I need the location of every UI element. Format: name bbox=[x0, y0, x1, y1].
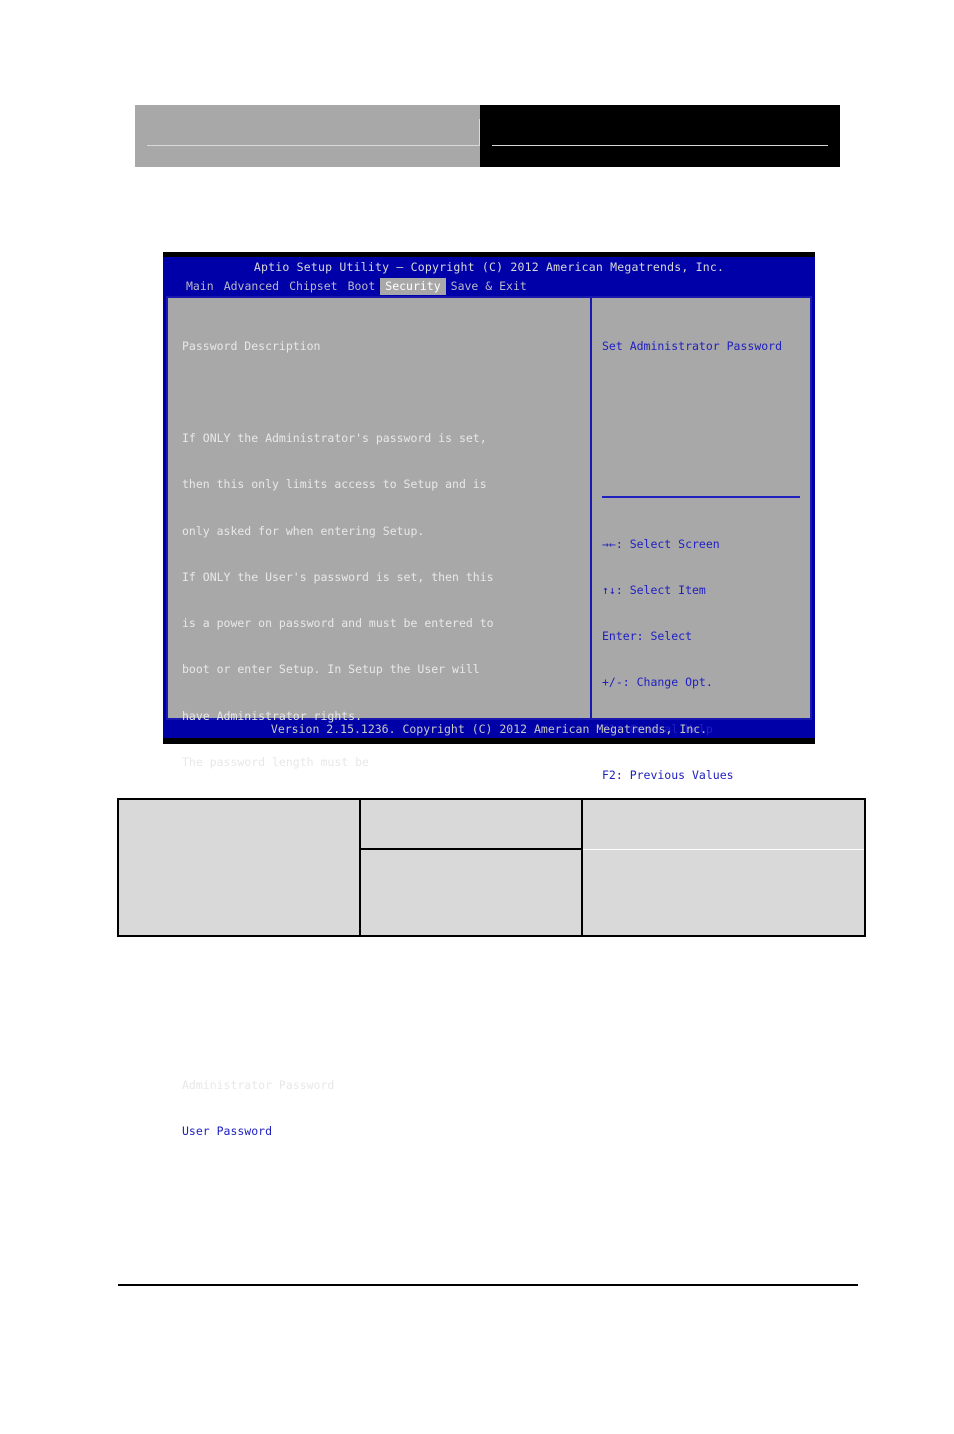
bios-version-bar: Version 2.15.1236. Copyright (C) 2012 Am… bbox=[270, 721, 708, 736]
page-header bbox=[135, 105, 840, 167]
key-enter-select: Enter: Select bbox=[602, 629, 693, 644]
bios-menu-bar[interactable]: Main Advanced Chipset Boot Security Save… bbox=[181, 278, 532, 296]
bios-settings-panel: Password Description If ONLY the Adminis… bbox=[166, 296, 592, 1138]
header-right-block bbox=[480, 105, 840, 167]
key-select-item: ↑↓: Select Item bbox=[602, 583, 706, 598]
footer-rule bbox=[118, 1284, 858, 1286]
bios-top-strip bbox=[163, 252, 815, 257]
info-table bbox=[117, 798, 866, 937]
user-password-item[interactable]: User Password bbox=[182, 1124, 590, 1139]
help-divider bbox=[602, 496, 800, 498]
key-f2-previous-values: F2: Previous Values bbox=[602, 767, 734, 782]
key-change-opt: +/-: Change Opt. bbox=[602, 675, 713, 690]
tab-security[interactable]: Security bbox=[380, 278, 446, 296]
table-cell-middle-top bbox=[359, 798, 583, 850]
description-line: is a power on password and must be enter… bbox=[182, 616, 494, 631]
table-cell-right-top bbox=[581, 798, 866, 850]
tab-main[interactable]: Main bbox=[181, 278, 219, 295]
key-select-screen: →←: Select Screen bbox=[602, 536, 720, 551]
description-line: boot or enter Setup. In Setup the User w… bbox=[182, 662, 480, 677]
administrator-password-item[interactable]: Administrator Password bbox=[182, 1078, 590, 1093]
table-row bbox=[117, 798, 866, 937]
table-cell-middle-bottom bbox=[359, 848, 583, 937]
description-line: If ONLY the User's password is set, then… bbox=[182, 569, 494, 584]
table-cell-right-bottom bbox=[581, 848, 866, 937]
header-left-rule bbox=[147, 145, 480, 146]
bios-bottom-strip bbox=[163, 738, 815, 744]
header-left-block bbox=[135, 105, 480, 167]
tab-advanced[interactable]: Advanced bbox=[219, 278, 284, 295]
help-title: Set Administrator Password bbox=[602, 338, 783, 353]
header-right-rule bbox=[492, 145, 828, 146]
bios-setup-window: Aptio Setup Utility – Copyright (C) 2012… bbox=[163, 252, 815, 1138]
bios-title-bar: Aptio Setup Utility – Copyright (C) 2012… bbox=[253, 260, 725, 274]
bios-content-area: Password Description If ONLY the Adminis… bbox=[166, 296, 812, 1138]
tab-save-and-exit[interactable]: Save & Exit bbox=[446, 278, 532, 295]
table-cell-left bbox=[117, 798, 361, 937]
tab-boot[interactable]: Boot bbox=[343, 278, 381, 295]
description-line: then this only limits access to Setup an… bbox=[182, 477, 487, 492]
description-line: If ONLY the Administrator's password is … bbox=[182, 431, 487, 446]
bios-help-panel: Set Administrator Password →←: Select Sc… bbox=[590, 296, 812, 921]
tab-chipset[interactable]: Chipset bbox=[284, 278, 342, 295]
description-line: The password length must be bbox=[182, 754, 369, 769]
password-description-heading: Password Description bbox=[182, 338, 321, 353]
description-line: only asked for when entering Setup. bbox=[182, 523, 425, 538]
